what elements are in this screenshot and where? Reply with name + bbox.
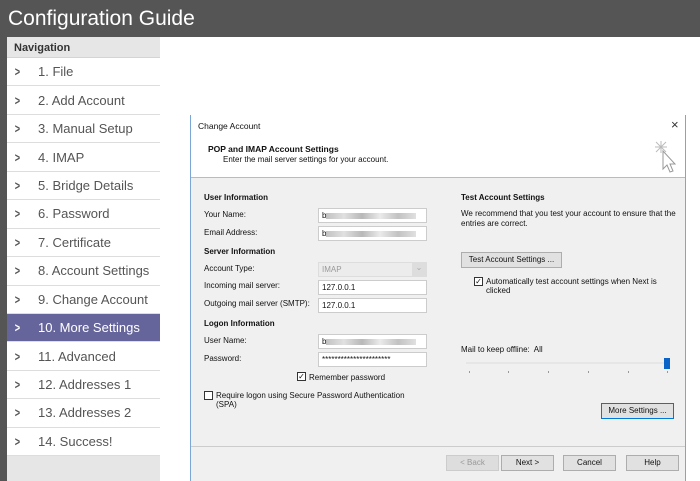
page-title: Configuration Guide [0,0,700,37]
more-settings-button[interactable]: More Settings ... [601,403,674,419]
your-name-input[interactable]: b [318,208,427,223]
account-type-select[interactable]: IMAP ⌄ [318,262,427,277]
chevron-right-icon: > [14,121,21,137]
auto-test-checkbox[interactable]: ✓ [474,277,483,286]
incoming-server-input[interactable]: 127.0.0.1 [318,280,427,295]
sidebar-item[interactable]: >12. Addresses 1 [7,370,160,400]
logon-info-heading: Logon Information [204,319,275,328]
password-label: Password: [204,354,242,363]
divider [191,446,685,447]
outgoing-server-input[interactable]: 127.0.0.1 [318,298,427,313]
left-gutter [0,37,7,481]
test-account-settings-button[interactable]: Test Account Settings ... [461,252,562,268]
next-button[interactable]: Next > [501,455,554,471]
chevron-right-icon: > [14,291,21,307]
sidebar-item-label: 5. Bridge Details [38,177,134,193]
offline-label: Mail to keep offline: All [461,345,543,354]
chevron-right-icon: > [14,64,21,80]
redacted-text [326,338,417,345]
spa-label: Require logon using Secure Password Auth… [216,391,405,409]
user-info-heading: User Information [204,193,269,202]
chevron-right-icon: > [14,377,21,393]
back-button[interactable]: < Back [446,455,499,471]
offline-slider-track[interactable] [466,362,668,364]
password-input[interactable]: ********************** [318,352,427,367]
chevron-right-icon: > [14,234,21,250]
sidebar-item-label: 9. Change Account [38,291,148,307]
spa-checkbox[interactable] [204,391,213,400]
server-info-heading: Server Information [204,247,276,256]
offline-value: All [533,345,543,354]
sidebar-item[interactable]: >7. Certificate [7,228,160,258]
sidebar-item[interactable]: >2. Add Account [7,86,160,115]
sidebar-item-label: 14. Success! [38,433,113,449]
sidebar-item[interactable]: >13. Addresses 2 [7,399,160,428]
redacted-text [326,212,417,219]
remember-password-label: Remember password [309,373,386,382]
sidebar-item[interactable]: >14. Success! [7,427,160,457]
sidebar-item-label: 13. Addresses 2 [38,405,132,421]
sidebar-item-label: 11. Advanced [38,348,116,364]
change-account-dialog: Change Account × POP and IMAP Account Se… [190,115,686,481]
incoming-label: Incoming mail server: [204,281,281,290]
dialog-subheading: Enter the mail server settings for your … [223,155,389,164]
sidebar-item[interactable]: >5. Bridge Details [7,171,160,201]
sidebar-item-label: 12. Addresses 1 [38,377,132,393]
chevron-right-icon: > [14,92,21,108]
test-settings-text: We recommend that you test your account … [461,209,676,228]
cursor-sparkle-icon [655,141,677,173]
cancel-button[interactable]: Cancel [563,455,616,471]
chevron-right-icon: > [14,177,21,193]
sidebar-item-label: 4. IMAP [38,149,85,165]
sidebar: Navigation >1. File >2. Add Account >3. Ma… [7,37,160,481]
remember-password-checkbox[interactable]: ✓ [297,372,306,381]
sidebar-item[interactable]: >11. Advanced [7,342,160,371]
username-label: User Name: [204,336,247,345]
sidebar-item[interactable]: >4. IMAP [7,143,160,172]
sidebar-item-label: 6. Password [38,206,110,222]
sidebar-item-label: 7. Certificate [38,234,111,250]
sidebar-item[interactable]: >6. Password [7,200,160,229]
chevron-right-icon: > [14,348,21,364]
sidebar-item[interactable]: >1. File [7,58,160,87]
sidebar-item[interactable]: >10. More Settings [7,313,160,343]
test-settings-heading: Test Account Settings [461,193,545,202]
dialog-title: Change Account [198,121,261,131]
redacted-text [326,230,417,237]
auto-test-label: Automatically test account settings when… [486,277,657,295]
chevron-right-icon: > [14,405,21,421]
email-input[interactable]: b [318,226,427,241]
dialog-heading: POP and IMAP Account Settings [208,144,339,154]
email-label: Email Address: [204,228,258,237]
chevron-right-icon: > [14,149,21,165]
sidebar-item[interactable]: >9. Change Account [7,285,160,314]
sidebar-item-label: 8. Account Settings [38,263,150,279]
chevron-right-icon: > [14,320,21,336]
your-name-label: Your Name: [204,210,246,219]
account-type-label: Account Type: [204,264,255,273]
close-icon[interactable]: × [671,117,679,132]
username-input[interactable]: b [318,334,427,349]
outgoing-label: Outgoing mail server (SMTP): [204,299,310,308]
help-button[interactable]: Help [626,455,679,471]
nav-title: Navigation [7,37,160,58]
offline-slider-thumb[interactable] [664,358,670,369]
sidebar-item-label: 3. Manual Setup [38,121,133,137]
sidebar-item[interactable]: >8. Account Settings [7,257,160,286]
chevron-right-icon: > [14,263,21,279]
sidebar-item-label: 2. Add Account [38,92,125,108]
chevron-right-icon: > [14,206,21,222]
sidebar-item-label: 10. More Settings [38,320,140,336]
chevron-right-icon: > [14,433,21,449]
sidebar-item[interactable]: >3. Manual Setup [7,114,160,144]
sidebar-item-label: 1. File [38,64,74,80]
chevron-down-icon: ⌄ [412,263,426,276]
